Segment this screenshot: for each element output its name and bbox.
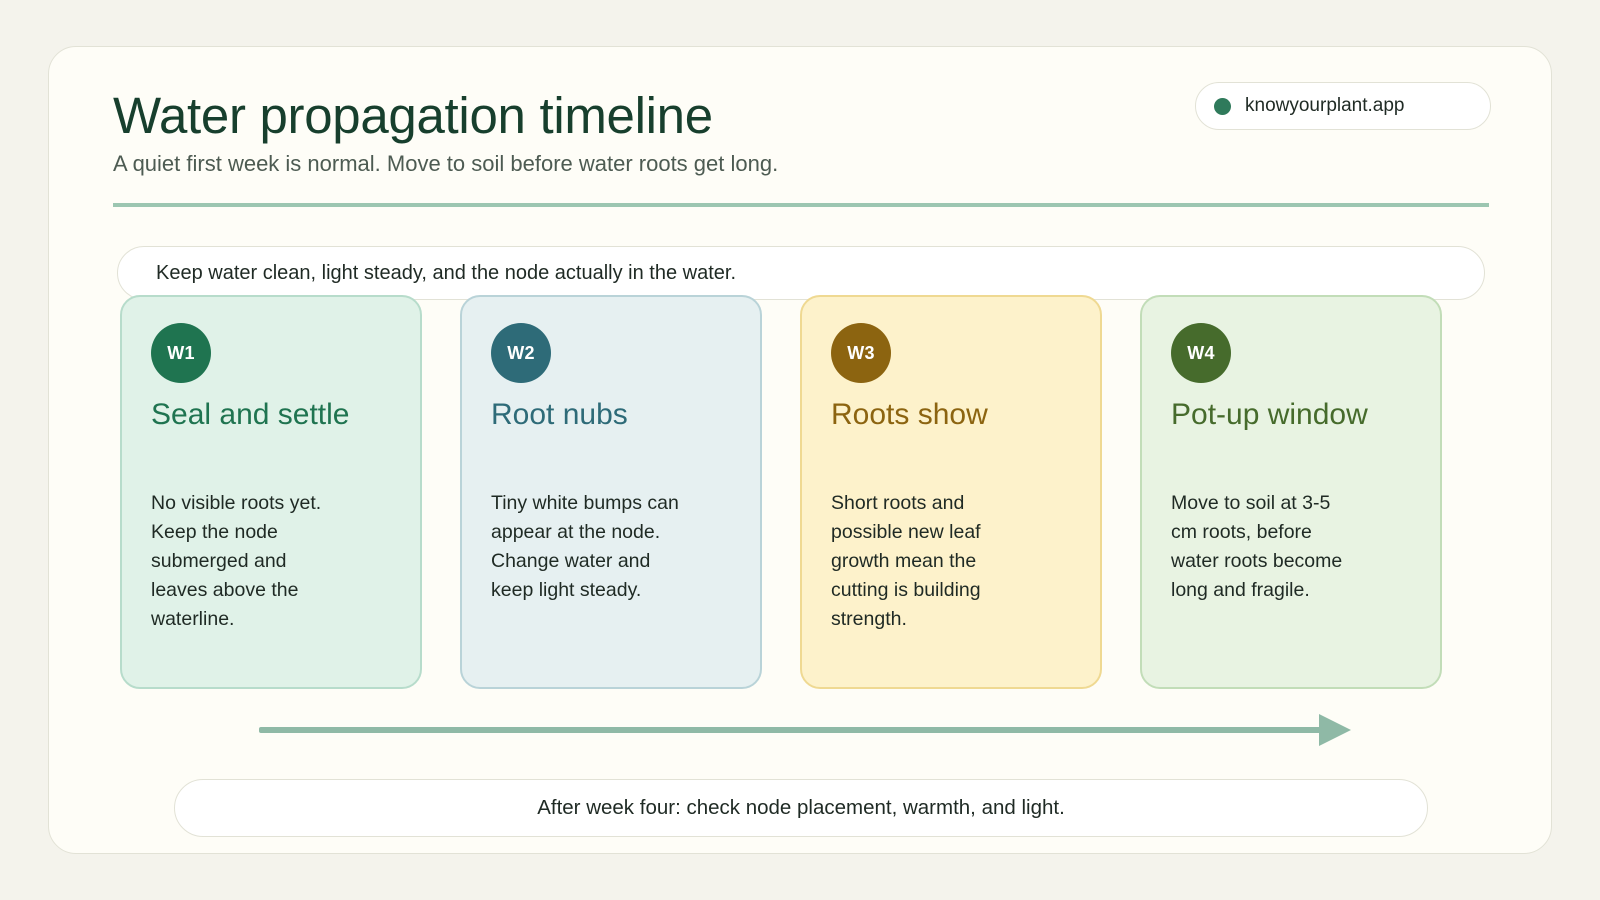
week-badge: W2 (491, 323, 551, 383)
stage-title: Pot-up window (1171, 398, 1368, 431)
stage-description: Move to soil at 3-5 cm roots, before wat… (1171, 492, 1343, 601)
week-badge: W3 (831, 323, 891, 383)
page-title: Water propagation timeline (113, 87, 713, 144)
brand-dot-icon (1214, 97, 1231, 115)
stage-card-week-2: W2 Root nubs Tiny white bumps can appear… (460, 295, 762, 689)
stage-card-week-1: W1 Seal and settle No visible roots yet.… (120, 295, 422, 689)
stage-card-week-4: W4 Pot-up window Move to soil at 3-5 cm … (1140, 295, 1442, 689)
stage-title: Root nubs (491, 398, 628, 431)
brand-pill[interactable]: knowyourplant.app (1195, 82, 1491, 130)
stage-description: No visible roots yet. Keep the node subm… (151, 492, 322, 630)
stage-description: Short roots and possible new leaf growth… (831, 492, 981, 630)
stage-title: Seal and settle (151, 398, 350, 431)
header-divider (113, 203, 1489, 207)
care-tip-bar: Keep water clean, light steady, and the … (117, 246, 1485, 300)
page-subtitle: A quiet first week is normal. Move to so… (113, 151, 779, 176)
footer-note: After week four: check node placement, w… (174, 779, 1428, 837)
week-badge: W4 (1171, 323, 1231, 383)
timeline-arrow-icon (259, 714, 1351, 746)
timeline-panel: Water propagation timeline A quiet first… (48, 46, 1552, 854)
stage-description: Tiny white bumps can appear at the node.… (491, 492, 679, 601)
stage-card-week-3: W3 Roots show Short roots and possible n… (800, 295, 1102, 689)
brand-label: knowyourplant.app (1245, 95, 1405, 116)
week-badge: W1 (151, 323, 211, 383)
stage-title: Roots show (831, 398, 988, 431)
